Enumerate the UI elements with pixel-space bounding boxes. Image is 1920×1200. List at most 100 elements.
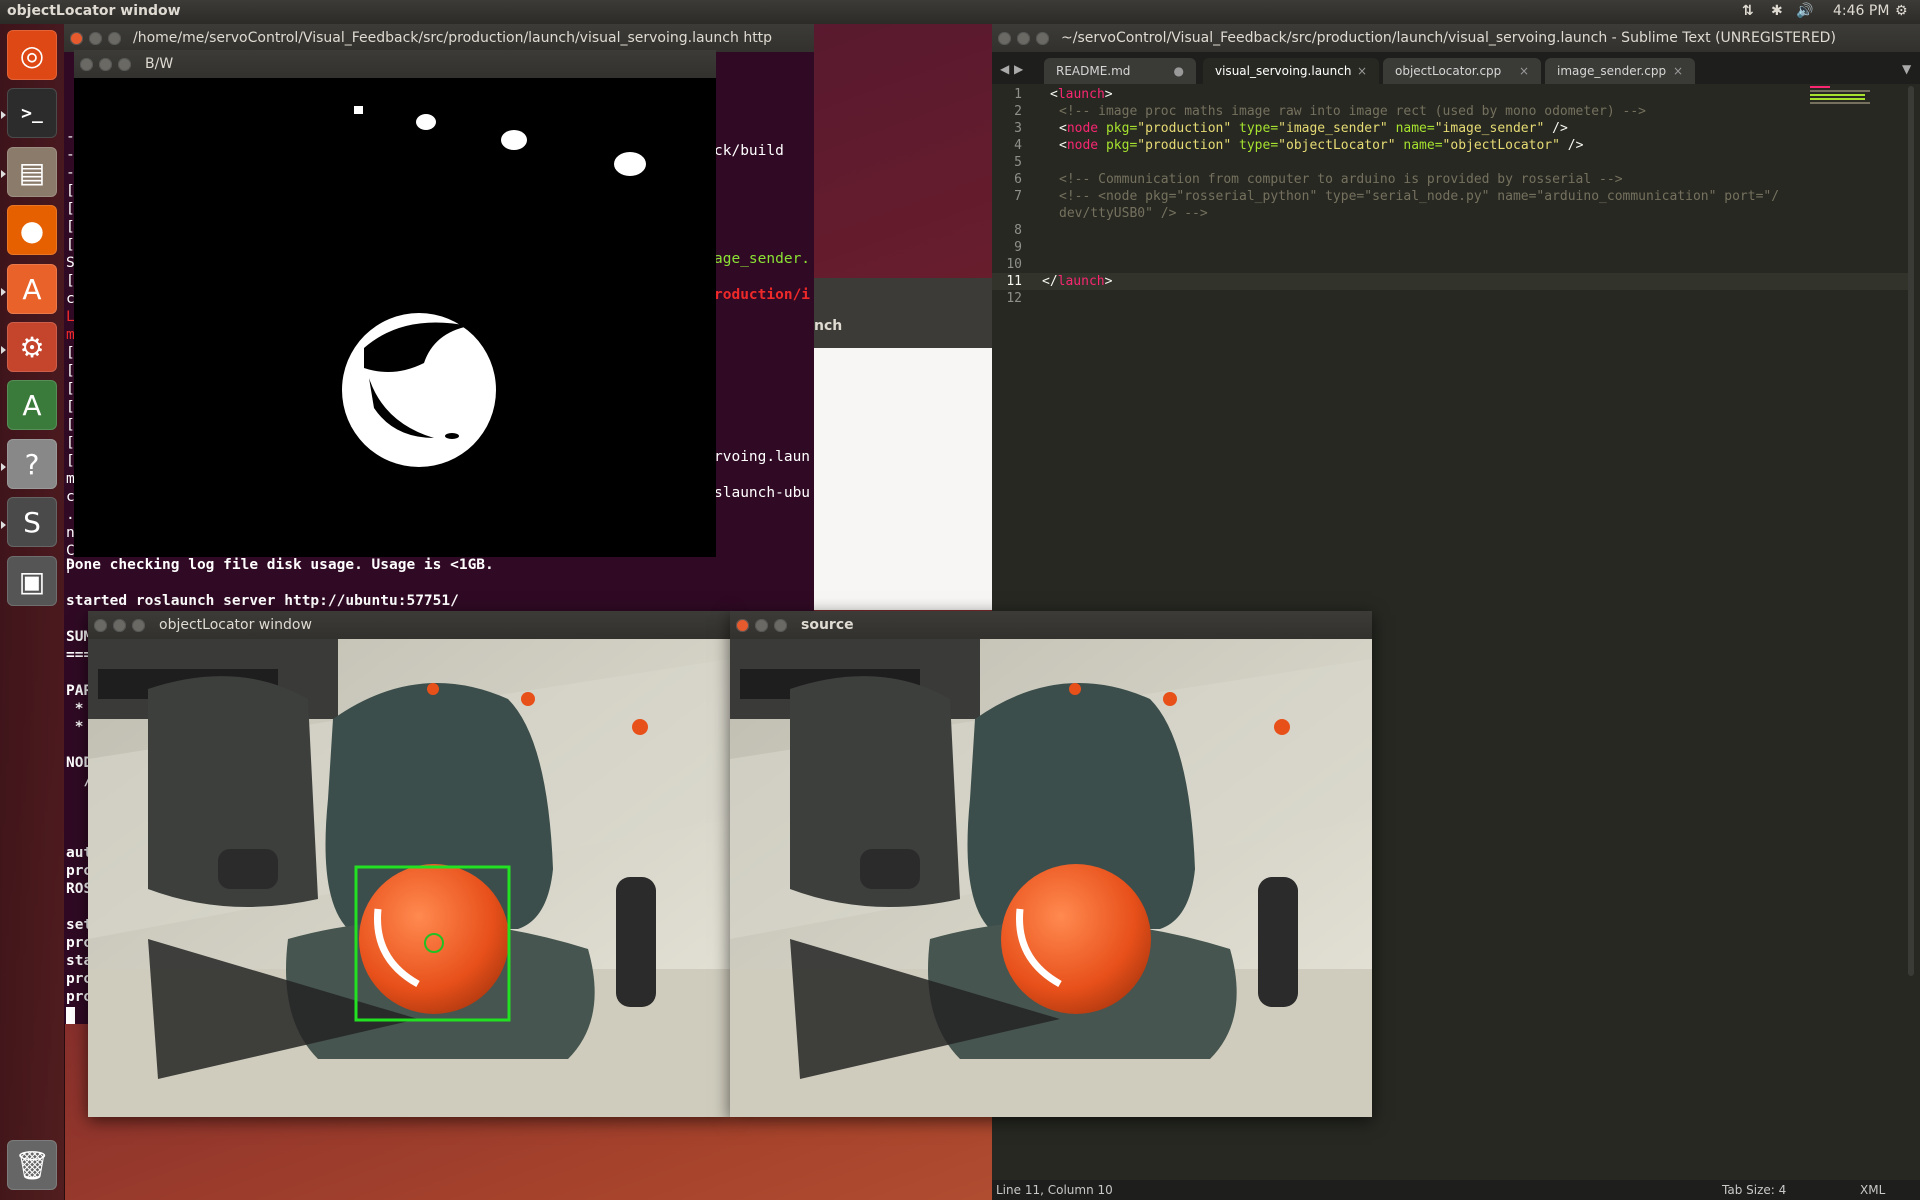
update-manager-icon[interactable]: A bbox=[7, 380, 57, 430]
objectlocator-window[interactable]: objectLocator window bbox=[88, 611, 730, 1117]
tab-size-selector[interactable]: Tab Size: 4 bbox=[1722, 1183, 1786, 1197]
code-editor[interactable]: <launch> <!-- image proc maths image raw… bbox=[1042, 86, 1780, 290]
files-icon[interactable]: ▤ bbox=[7, 147, 57, 197]
launcher-running-indicator bbox=[1, 346, 6, 354]
objectlocator-title: objectLocator window bbox=[159, 617, 312, 633]
tab-dropdown-icon[interactable]: ▼ bbox=[1902, 62, 1911, 76]
line-number-gutter: 1 2 3 4 5 6 7 8 9 10 11 12 bbox=[992, 86, 1022, 307]
minimize-icon[interactable] bbox=[755, 618, 768, 632]
minimap[interactable] bbox=[1810, 86, 1880, 108]
tab-readme-md[interactable]: README.md ● bbox=[1044, 58, 1196, 84]
source-titlebar[interactable]: source bbox=[730, 611, 1372, 639]
status-bar: Line 11, Column 10 Tab Size: 4 XML bbox=[992, 1180, 1920, 1200]
tab-label: objectLocator.cpp bbox=[1395, 64, 1502, 78]
terminal-line: Done checking log file disk usage. Usage… bbox=[66, 557, 494, 573]
terminal-cursor bbox=[66, 1007, 75, 1024]
trash-icon[interactable]: 🗑 bbox=[7, 1140, 57, 1190]
code-line: <!-- image proc maths image raw into ima… bbox=[1059, 104, 1646, 119]
bw-title: B/W bbox=[145, 56, 174, 72]
system-settings-icon[interactable]: ⚙ bbox=[7, 322, 57, 372]
tab-label: visual_servoing.launch bbox=[1215, 64, 1352, 78]
background-window-body bbox=[814, 348, 992, 610]
syntax-selector[interactable]: XML bbox=[1860, 1183, 1885, 1197]
maximize-icon[interactable] bbox=[108, 31, 121, 45]
clock[interactable]: 4:46 PM bbox=[1833, 3, 1889, 19]
line-number: 3 bbox=[1014, 121, 1022, 136]
network-icon[interactable]: ⇅ bbox=[1742, 3, 1754, 19]
tab-visual-servoing-launch[interactable]: visual_servoing.launch × bbox=[1203, 58, 1379, 84]
terminal-fragment: rvoing.laun bbox=[714, 449, 811, 465]
code-line: <!-- <node pkg="rosserial_python" type="… bbox=[1059, 189, 1780, 204]
tab-scroll-left-icon[interactable]: ◀ bbox=[1000, 62, 1009, 76]
close-tab-icon[interactable]: × bbox=[1673, 64, 1683, 78]
line-number: 5 bbox=[1014, 155, 1022, 170]
tab-scroll-right-icon[interactable]: ▶ bbox=[1014, 62, 1023, 76]
maximize-icon[interactable] bbox=[132, 618, 145, 632]
line-number: 9 bbox=[1014, 240, 1022, 255]
tab-image-sender-cpp[interactable]: image_sender.cpp × bbox=[1545, 58, 1695, 84]
maximize-icon[interactable] bbox=[1036, 31, 1049, 45]
background-window-title: nch bbox=[814, 318, 843, 334]
terminal-titlebar[interactable]: /home/me/servoControl/Visual_Feedback/sr… bbox=[64, 24, 814, 52]
terminal-fragment: age_sender. bbox=[714, 251, 811, 267]
close-icon[interactable] bbox=[70, 31, 83, 45]
code-line: </launch> bbox=[1042, 274, 1113, 289]
active-window-title: objectLocator window bbox=[7, 3, 181, 19]
tab-objectlocator-cpp[interactable]: objectLocator.cpp × bbox=[1383, 58, 1541, 84]
close-icon[interactable] bbox=[94, 618, 107, 632]
launcher-running-indicator bbox=[1, 463, 6, 471]
sublime-text-icon[interactable]: S bbox=[7, 497, 57, 547]
firefox-icon[interactable]: ● bbox=[7, 205, 57, 255]
line-number: 7 bbox=[1014, 189, 1022, 204]
tab-label: README.md bbox=[1056, 64, 1131, 78]
background-window-titlebar[interactable]: nch bbox=[814, 278, 992, 348]
source-title: source bbox=[801, 617, 854, 633]
save-icon[interactable]: ▣ bbox=[7, 556, 57, 606]
launcher-running-indicator bbox=[1, 111, 6, 119]
vertical-scrollbar[interactable] bbox=[1908, 86, 1914, 976]
close-icon[interactable] bbox=[998, 31, 1011, 45]
launcher-running-indicator bbox=[1, 521, 6, 529]
camera-source-image bbox=[730, 639, 1372, 1117]
source-window[interactable]: source bbox=[730, 611, 1372, 1117]
terminal-icon[interactable]: >_ bbox=[7, 88, 57, 138]
minimize-icon[interactable] bbox=[99, 57, 112, 71]
volume-icon[interactable]: 🔊 bbox=[1796, 3, 1813, 19]
code-line: <node pkg="production" type="image_sende… bbox=[1059, 121, 1568, 136]
help-icon[interactable]: ? bbox=[7, 439, 57, 489]
maximize-icon[interactable] bbox=[774, 618, 787, 632]
line-number: 6 bbox=[1014, 172, 1022, 187]
bw-titlebar[interactable]: B/W bbox=[74, 50, 716, 78]
close-icon[interactable] bbox=[736, 618, 749, 632]
line-number: 10 bbox=[1006, 257, 1022, 272]
bw-window[interactable]: B/W bbox=[74, 50, 716, 557]
code-line: <!-- Communication from computer to ardu… bbox=[1059, 172, 1623, 187]
line-number bbox=[992, 205, 1022, 222]
minimize-icon[interactable] bbox=[1017, 31, 1030, 45]
objectlocator-titlebar[interactable]: objectLocator window bbox=[88, 611, 730, 639]
close-tab-icon[interactable]: × bbox=[1519, 64, 1529, 78]
terminal-line: started roslaunch server http://ubuntu:5… bbox=[66, 593, 459, 609]
close-icon[interactable] bbox=[80, 57, 93, 71]
terminal-fragment: ck/build bbox=[714, 143, 784, 159]
ubuntu-dash-icon[interactable]: ◎ bbox=[7, 30, 57, 80]
bluetooth-icon[interactable]: ✱ bbox=[1771, 3, 1783, 19]
session-gear-icon[interactable]: ⚙ bbox=[1895, 3, 1908, 19]
launcher-running-indicator bbox=[1, 288, 6, 296]
minimize-icon[interactable] bbox=[89, 31, 102, 45]
software-center-icon[interactable]: A bbox=[7, 264, 57, 314]
close-tab-icon[interactable]: × bbox=[1357, 64, 1367, 78]
maximize-icon[interactable] bbox=[118, 57, 131, 71]
unsaved-dot-icon[interactable]: ● bbox=[1174, 64, 1184, 78]
unity-launcher bbox=[0, 24, 65, 1200]
minimize-icon[interactable] bbox=[113, 618, 126, 632]
camera-image-with-tracking bbox=[88, 639, 730, 1117]
line-number: 12 bbox=[1006, 291, 1022, 306]
sublime-titlebar[interactable]: ~/servoControl/Visual_Feedback/src/produ… bbox=[992, 24, 1920, 52]
top-panel: objectLocator window ⇅ ✱ 🔊 4:46 PM ⚙ bbox=[0, 0, 1920, 24]
